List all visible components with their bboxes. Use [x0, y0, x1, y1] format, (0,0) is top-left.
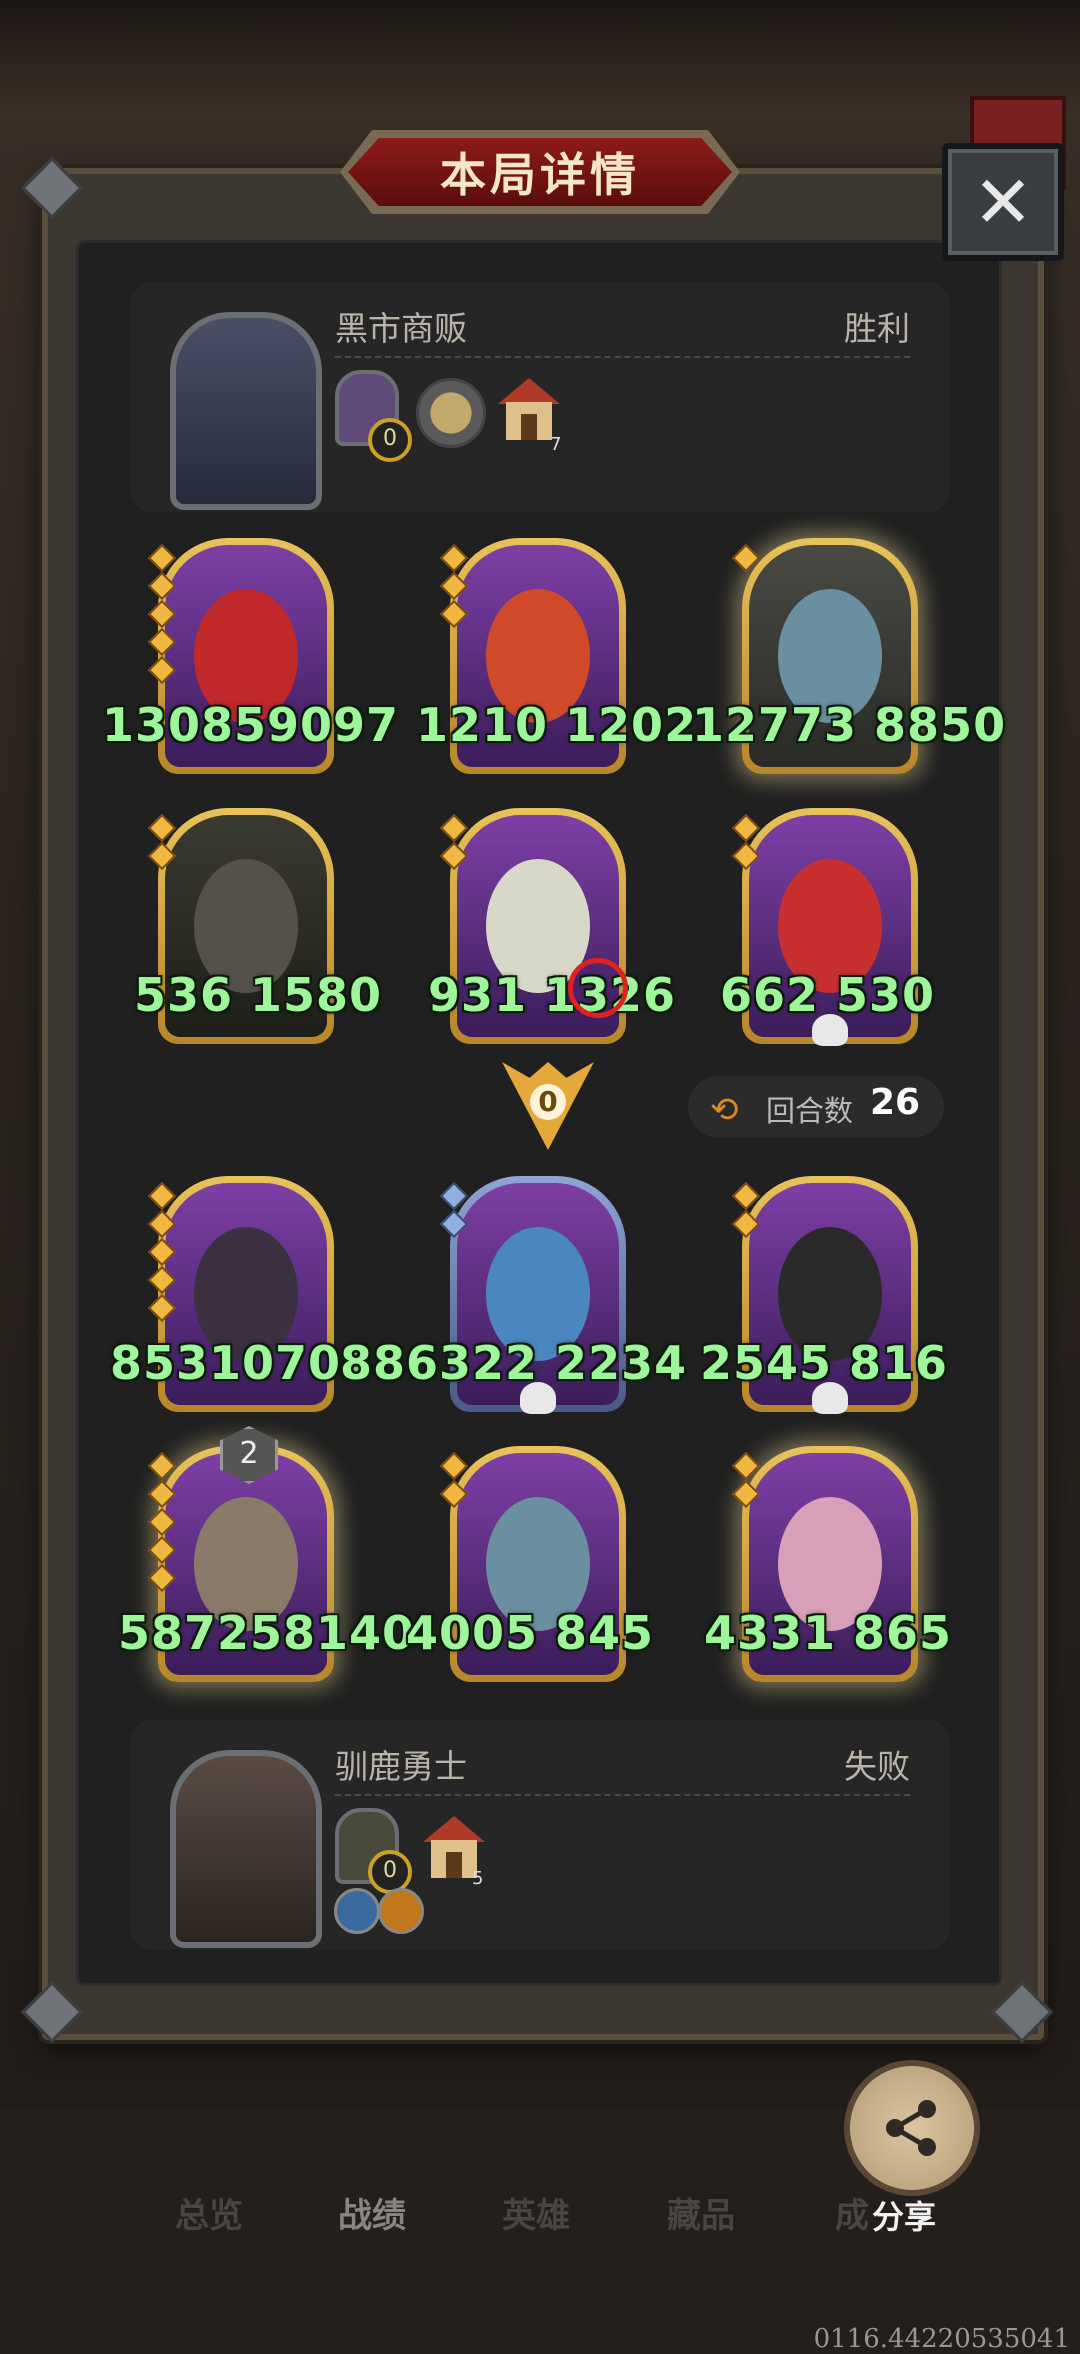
minion-stats: 12773 8850	[692, 698, 1007, 752]
minion-card[interactable]: 2 587258140	[118, 1426, 414, 1682]
loser-player-card[interactable]: 驯鹿勇士 失败 0 5	[130, 1720, 950, 1950]
skull-icon	[812, 1014, 848, 1046]
minion-card[interactable]: 85310704	[110, 1176, 373, 1412]
minion-stats: 587258140	[118, 1606, 416, 1660]
rounds-label: 回合数	[766, 1094, 854, 1128]
winner-player-card[interactable]: 黑市商贩 胜利 0 7	[130, 282, 950, 512]
page-title: 本局详情	[440, 148, 640, 202]
minion-stats: 4005 845	[406, 1606, 655, 1660]
arrow-count: 0	[530, 1084, 566, 1120]
loser-result: 失败	[844, 1747, 910, 1786]
minion-card[interactable]: 1210 1202	[416, 538, 696, 774]
winner-result: 胜利	[844, 309, 910, 348]
minion-card[interactable]: 4331 865	[704, 1446, 951, 1682]
minion-stats: 130859097	[102, 698, 400, 752]
minion-stats: 1210 1202	[416, 698, 698, 752]
share-label: 分享	[872, 2198, 937, 2236]
tavern-level: 7	[550, 434, 562, 455]
close-button[interactable]: ✕	[942, 143, 1064, 261]
tavern-level: 5	[472, 1868, 484, 1889]
minion-card[interactable]: 12773 8850	[692, 538, 1005, 774]
attack-arrow-icon: 0	[502, 1062, 594, 1150]
rounds-badge: ⟲ 回合数 26	[688, 1076, 944, 1138]
divider	[335, 1794, 910, 1796]
minion-stats: 931 1326	[428, 968, 677, 1022]
minion-stats: 886322 2234	[340, 1336, 688, 1390]
minion-card[interactable]: 886322 2234	[340, 1176, 686, 1414]
tab-achievements[interactable]: 成	[835, 2188, 869, 2237]
minion-card[interactable]: 130859097	[102, 538, 398, 774]
title-plate: 本局详情	[340, 130, 740, 214]
minion-card[interactable]: 4005 845	[406, 1446, 653, 1682]
minion-card[interactable]: 931 1326	[428, 808, 675, 1044]
tavern-icon[interactable]	[498, 378, 560, 440]
refresh-icon: ⟲	[710, 1090, 739, 1130]
minion-card[interactable]: 536 1580	[134, 808, 381, 1044]
tab-collection[interactable]: 藏品	[667, 2188, 735, 2237]
sword-badge-icon[interactable]	[334, 1888, 380, 1934]
minion-stats: 85310704	[110, 1336, 375, 1390]
minion-stats: 4331 865	[704, 1606, 953, 1660]
loser-name: 驯鹿勇士	[335, 1747, 467, 1786]
medal-icon[interactable]	[416, 378, 486, 448]
top-backdrop	[0, 0, 1080, 120]
loser-avatar	[170, 1750, 322, 1948]
share-button[interactable]	[844, 2060, 980, 2196]
close-icon: ✕	[972, 160, 1034, 244]
gold-badge-icon[interactable]	[378, 1888, 424, 1934]
winner-name: 黑市商贩	[335, 309, 467, 348]
divider	[335, 356, 910, 358]
coin-count: 0	[368, 1850, 412, 1894]
share-icon	[886, 2100, 936, 2156]
coin-count: 0	[368, 418, 412, 462]
skull-icon	[520, 1382, 556, 1414]
target-icon	[568, 958, 628, 1018]
minion-stats: 536 1580	[134, 968, 383, 1022]
skull-icon	[812, 1382, 848, 1414]
rounds-value: 26	[870, 1082, 921, 1123]
tab-heroes[interactable]: 英雄	[502, 2188, 570, 2237]
minion-card[interactable]: 662 530	[720, 808, 934, 1046]
winner-avatar	[170, 312, 322, 510]
version-text: 0116.44220535041	[813, 2324, 1070, 2354]
tab-overview[interactable]: 总览	[175, 2188, 243, 2237]
tab-record[interactable]: 战绩	[338, 2188, 406, 2237]
minion-card[interactable]: 2545 816	[700, 1176, 947, 1414]
